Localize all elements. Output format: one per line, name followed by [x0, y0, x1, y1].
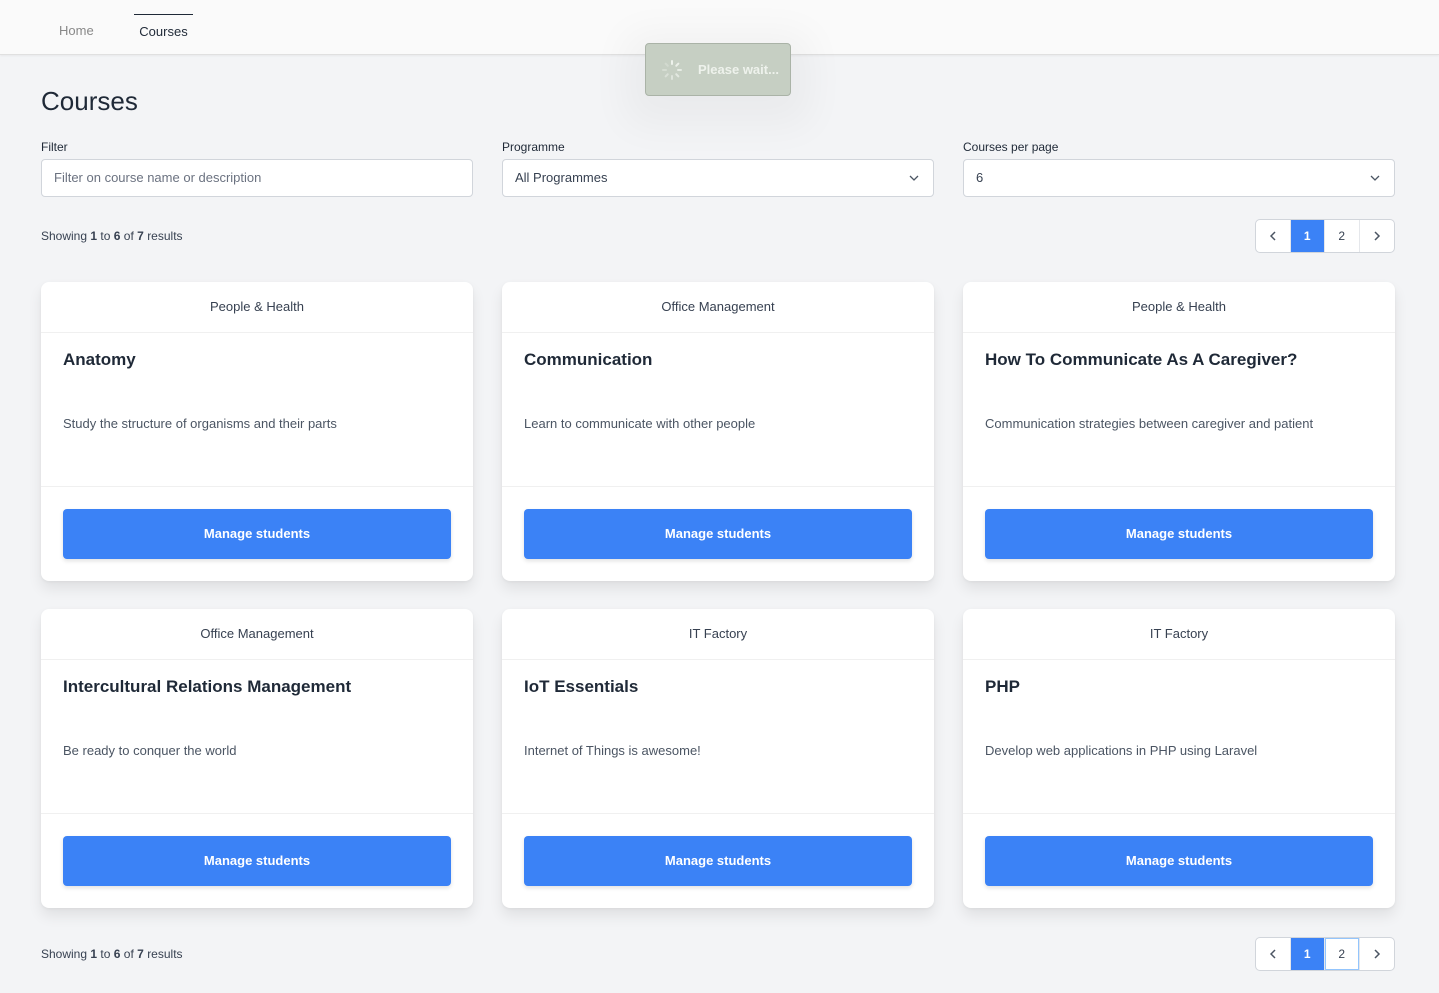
per-page-selected: 6	[976, 170, 984, 185]
course-card: Office Management Intercultural Relation…	[41, 609, 473, 908]
page-1-button[interactable]: 1	[1290, 220, 1325, 252]
card-divider	[963, 486, 1395, 487]
course-name: Intercultural Relations Management	[63, 677, 352, 696]
course-card: IT Factory PHP Develop web applications …	[963, 609, 1395, 908]
course-card: People & Health Anatomy Study the struct…	[41, 282, 473, 581]
next-page-button[interactable]	[1360, 220, 1394, 252]
card-divider	[963, 813, 1395, 814]
per-page-label: Courses per page	[963, 140, 1059, 154]
card-divider	[41, 813, 473, 814]
manage-students-button[interactable]: Manage students	[985, 836, 1373, 886]
manage-students-button[interactable]: Manage students	[524, 836, 912, 886]
manage-students-button[interactable]: Manage students	[985, 509, 1373, 559]
course-name: Anatomy	[63, 350, 136, 369]
page-1-button[interactable]: 1	[1290, 938, 1325, 970]
course-card: People & Health How To Communicate As A …	[963, 282, 1395, 581]
chevron-down-icon	[909, 175, 919, 181]
filter-label: Filter	[41, 140, 68, 154]
loading-indicator: Please wait...	[645, 43, 791, 96]
course-description: Internet of Things is awesome!	[524, 743, 701, 758]
spinner-icon	[662, 59, 682, 80]
page-2-button[interactable]: 2	[1325, 220, 1360, 252]
filter-placeholder: Filter on course name or description	[54, 170, 262, 185]
prev-page-button[interactable]	[1256, 938, 1291, 970]
filter-input[interactable]: Filter on course name or description	[41, 159, 473, 197]
loading-text: Please wait...	[698, 62, 779, 77]
pagination-bottom: 1 2	[1255, 937, 1395, 971]
page-2-button[interactable]: 2	[1325, 938, 1360, 970]
programme-select[interactable]: All Programmes	[502, 159, 934, 197]
card-divider	[41, 486, 473, 487]
course-card: IT Factory IoT Essentials Internet of Th…	[502, 609, 934, 908]
nav-home[interactable]: Home	[55, 14, 98, 55]
per-page-select[interactable]: 6	[963, 159, 1395, 197]
results-summary-top: Showing 1 to 6 of 7 results	[41, 229, 183, 243]
course-description: Be ready to conquer the world	[63, 743, 237, 758]
course-name: How To Communicate As A Caregiver?	[985, 350, 1298, 369]
course-description: Study the structure of organisms and the…	[63, 416, 337, 431]
course-programme: Office Management	[41, 609, 473, 660]
page-title: Courses	[41, 86, 138, 116]
programme-selected: All Programmes	[515, 170, 608, 185]
course-description: Learn to communicate with other people	[524, 416, 756, 431]
chevron-down-icon	[1370, 175, 1380, 181]
card-divider	[502, 813, 934, 814]
card-divider	[502, 486, 934, 487]
chevron-left-icon	[1269, 231, 1276, 241]
course-name: PHP	[985, 677, 1020, 696]
course-name: IoT Essentials	[524, 677, 639, 696]
manage-students-button[interactable]: Manage students	[63, 836, 451, 886]
manage-students-button[interactable]: Manage students	[63, 509, 451, 559]
next-page-button[interactable]	[1360, 938, 1394, 970]
pagination-top: 1 2	[1255, 219, 1395, 253]
chevron-right-icon	[1374, 231, 1380, 241]
programme-label: Programme	[502, 140, 565, 154]
course-card: Office Management Communication Learn to…	[502, 282, 934, 581]
course-programme: People & Health	[963, 282, 1395, 333]
chevron-left-icon	[1269, 949, 1276, 959]
course-programme: People & Health	[41, 282, 473, 333]
course-name: Communication	[524, 350, 653, 369]
course-description: Communication strategies between caregiv…	[985, 416, 1314, 431]
course-programme: IT Factory	[963, 609, 1395, 660]
manage-students-button[interactable]: Manage students	[524, 509, 912, 559]
results-summary-bottom: Showing 1 to 6 of 7 results	[41, 947, 183, 961]
nav-courses[interactable]: Courses	[134, 14, 193, 55]
course-description: Develop web applications in PHP using La…	[985, 743, 1258, 758]
course-programme: Office Management	[502, 282, 934, 333]
prev-page-button[interactable]	[1256, 220, 1291, 252]
course-programme: IT Factory	[502, 609, 934, 660]
chevron-right-icon	[1374, 949, 1380, 959]
